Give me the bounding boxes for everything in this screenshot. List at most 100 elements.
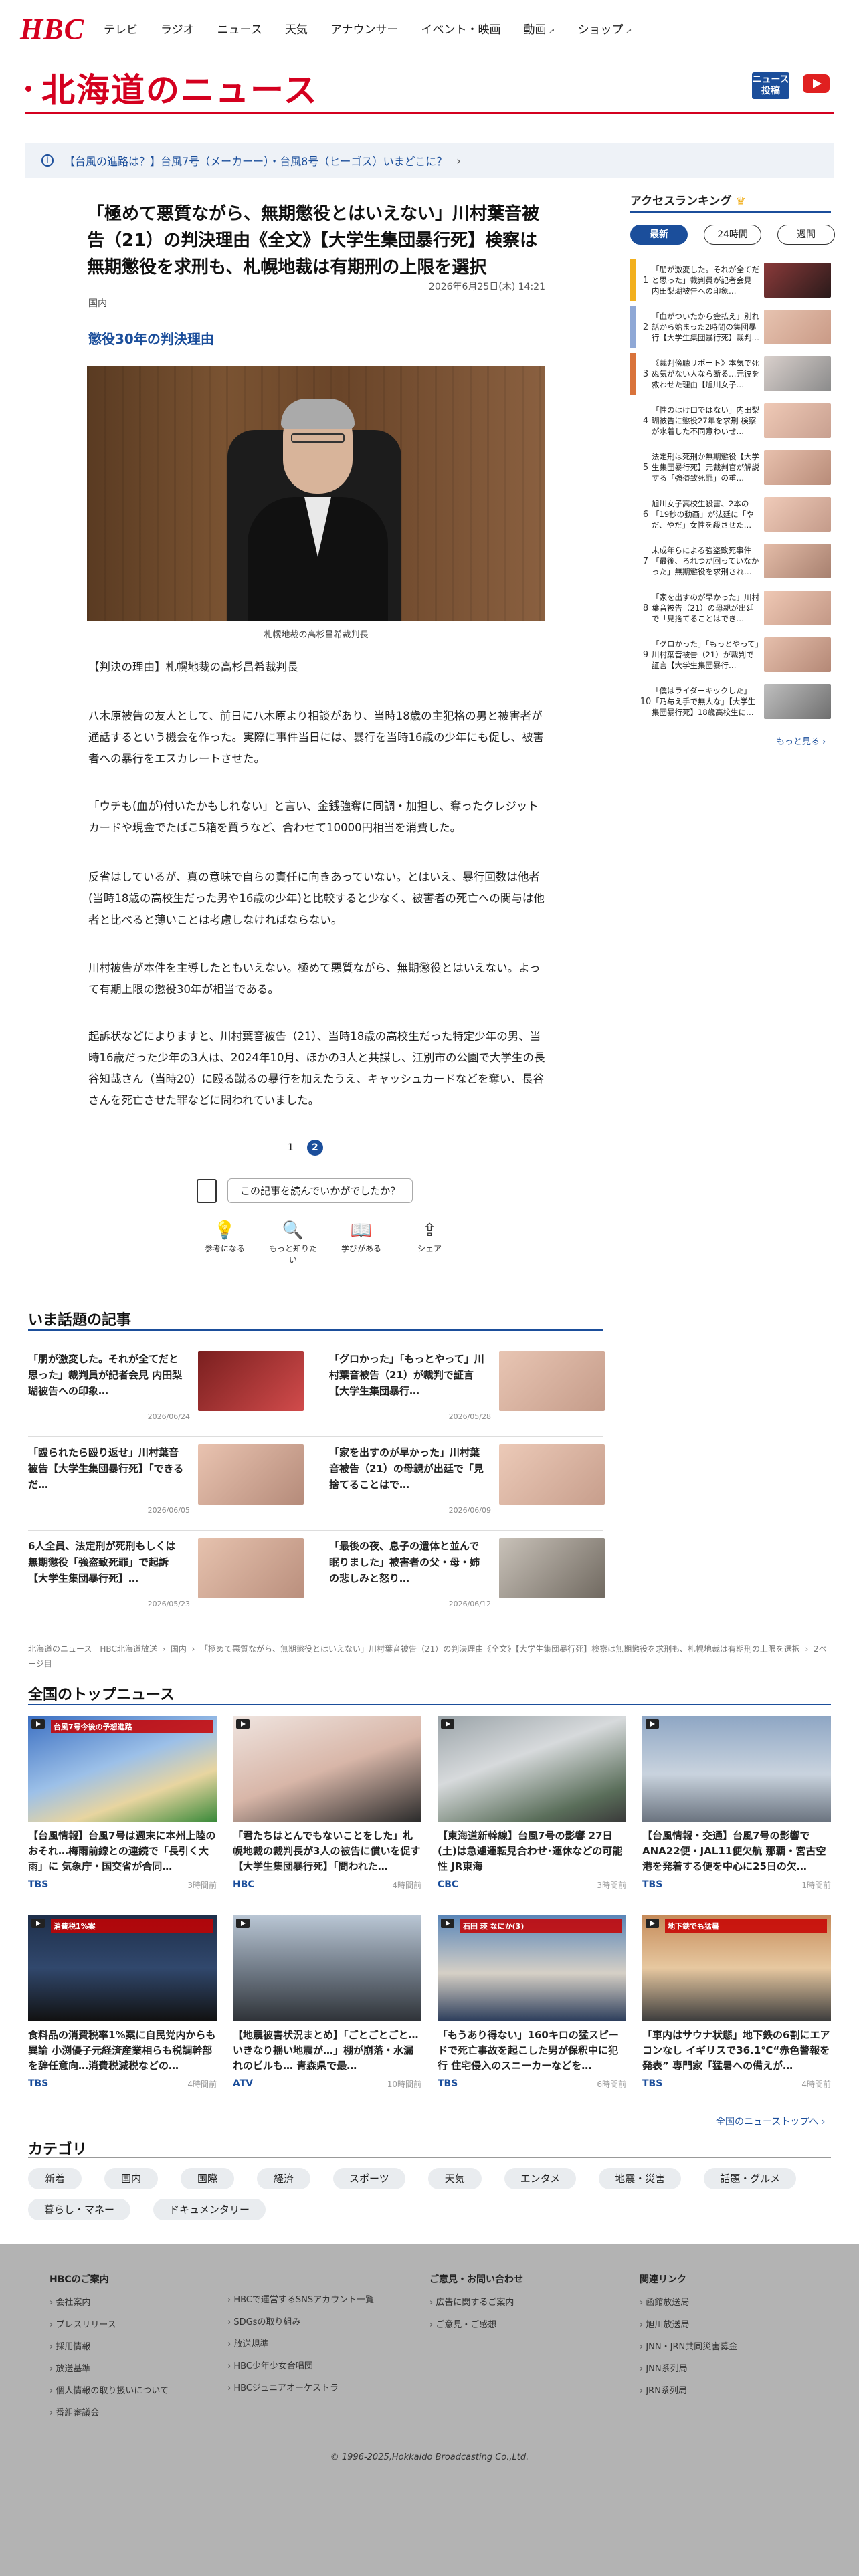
category-chip[interactable]: 地震・災害 <box>599 2168 682 2189</box>
breadcrumb-article[interactable]: 「極めて悪質ながら、無期懲役とはいえない」川村葉音被告（21）の判決理由《全文》… <box>200 1644 800 1654</box>
top-news-item[interactable]: 石田 瑛 なにか(3) 「もうあり得ない」160キロの猛スピードで死亡事故を起こ… <box>438 1915 626 2090</box>
article-paragraph: 起訴状などによりますと、川村葉音被告（21）、当時18歳の高校生だった特定少年の… <box>88 1030 545 1107</box>
footer-link[interactable]: JRN系列局 <box>640 2386 737 2396</box>
reaction-want-more[interactable]: 🔍 もっと知りたい <box>266 1218 320 1265</box>
share-icon: ⇪ <box>422 1220 437 1241</box>
news-image: 地下鉄でも猛暑 <box>642 1915 831 2021</box>
top-news-item[interactable]: 台風7号今後の予想進路 【台風情報】台風7号は週末に本州上陸のおそれ…梅雨前線と… <box>28 1716 217 1891</box>
category-chip[interactable]: ドキュメンタリー <box>153 2199 266 2220</box>
footer-link[interactable]: 放送基準 <box>50 2364 169 2374</box>
footer-link[interactable]: ご意見・ご感想 <box>430 2320 523 2330</box>
rank-text: 「グロかった」「もっとやって」川村葉音被告（21）が裁判で証言【大学生集団暴行… <box>652 639 759 670</box>
page-1[interactable]: 1 <box>288 1142 294 1153</box>
news-caption: 【地震被害状況まとめ】「ごとごとごと…いきなり揺い地震が…」棚が崩落・水漏れのビ… <box>233 2029 419 2072</box>
footer-link[interactable]: 旭川放送局 <box>640 2320 737 2330</box>
trending-item[interactable]: 「家を出すのが早かった」川村葉音被告（21）の母親が出廷で「見捨てることはで… … <box>329 1444 605 1519</box>
tab-latest[interactable]: 最新 <box>630 225 688 245</box>
reaction-helpful[interactable]: 💡 参考になる <box>198 1218 252 1265</box>
footer-link[interactable]: 会社案内 <box>50 2298 169 2308</box>
nav-news[interactable]: ニュース <box>217 20 262 37</box>
breadcrumb-category[interactable]: 国内 <box>171 1644 187 1654</box>
rank-thumbnail <box>764 544 831 578</box>
reaction-learned[interactable]: 📖 学びがある <box>335 1218 388 1265</box>
nav-weather[interactable]: 天気 <box>285 20 308 37</box>
top-news-item[interactable]: 【台風情報・交通】台風7号の影響でANA22便・JAL11便欠航 那覇・宮古空港… <box>642 1716 831 1891</box>
trending-item[interactable]: 「殴られたら殴り返せ」川村葉音被告【大学生集団暴行死】「できるだ… 2026/0… <box>28 1444 304 1519</box>
tab-weekly[interactable]: 週間 <box>777 225 835 245</box>
ranking-item[interactable]: 5 法定刑は死刑か無期懲役【大学生集団暴行死】元裁判官が解説する「強盗致死罪」の… <box>630 447 831 488</box>
rank-number: 8 <box>642 603 649 613</box>
footer-link[interactable]: 番組審議会 <box>50 2408 169 2418</box>
survey-button[interactable]: この記事を読んでいかがでしたか？ <box>227 1178 413 1203</box>
category-chip[interactable]: スポーツ <box>333 2168 405 2189</box>
news-caption: 【東海道新幹線】台風7号の影響 27日(土)は急遽運転見合わせ･運休などの可能性… <box>438 1830 623 1872</box>
nav-tv[interactable]: テレビ <box>104 20 138 37</box>
top-news-item[interactable]: 【東海道新幹線】台風7号の影響 27日(土)は急遽運転見合わせ･運休などの可能性… <box>438 1716 626 1891</box>
tab-24h[interactable]: 24時間 <box>704 225 761 245</box>
ranking-item[interactable]: 8 「家を出すのが早かった」川村葉音被告（21）の母親が出廷で「見捨てることはで… <box>630 587 831 629</box>
category-chip[interactable]: 新着 <box>28 2168 82 2189</box>
nav-announcer[interactable]: アナウンサー <box>330 20 399 37</box>
all-news-link[interactable]: 全国のニューストップへ › <box>716 2115 825 2128</box>
trending-thumbnail <box>499 1538 605 1598</box>
trending-item[interactable]: 「朋が激変した。それが全てだと思った」裁判員が記者会見 内田梨瑚被告への印象… … <box>28 1351 304 1426</box>
categories-divider <box>28 2157 831 2158</box>
trending-item[interactable]: 「最後の夜、息子の遺体と並んで眠りました」被害者の父・母・姉の悲しみと怒り… 2… <box>329 1538 605 1613</box>
share-button[interactable]: ⇪ シェア <box>403 1218 456 1265</box>
footer-link[interactable]: HBCジュニアオーケストラ <box>227 2383 374 2393</box>
top-news-item[interactable]: 「君たちはとんでもないことをした」札幌地裁の裁判長が3人の被告に償いを促す【大学… <box>233 1716 421 1891</box>
typhoon-alert-banner[interactable]: i 【台風の進路は？】台風7号（メーカーー）・台風8号（ヒーゴス）いまどこに？ … <box>25 143 834 178</box>
footer-link[interactable]: 放送規準 <box>227 2339 374 2349</box>
category-chip[interactable]: 国際 <box>181 2168 234 2189</box>
alert-text: 【台風の進路は？】台風7号（メーカーー）・台風8号（ヒーゴス）いまどこに？ <box>64 155 448 168</box>
footer-link[interactable]: 函館放送局 <box>640 2298 737 2308</box>
video-icon <box>236 1919 250 1928</box>
news-caption: 食料品の消費税率1%案に自民党内からも異論 小渕優子元経済産業相らも税調幹部を辞… <box>28 2029 216 2072</box>
top-news-item[interactable]: 消費税1%案 食料品の消費税率1%案に自民党内からも異論 小渕優子元経済産業相ら… <box>28 1915 217 2090</box>
footer-link[interactable]: JNN系列局 <box>640 2364 737 2374</box>
footer-link[interactable]: プレスリリース <box>50 2320 169 2330</box>
footer-link[interactable]: 個人情報の取り扱いについて <box>50 2386 169 2396</box>
category-chip[interactable]: 話題・グルメ <box>704 2168 797 2189</box>
trending-item[interactable]: 「グロかった」「もっとやって」川村葉音被告（21）が裁判で証言【大学生集団暴行…… <box>329 1351 605 1426</box>
ranking-item[interactable]: 7 未成年らによる強盗致死事件「最後、ろれつが回っていなかった」無期懲役を求刑さ… <box>630 540 831 582</box>
trending-date: 2026/06/24 <box>147 1412 190 1421</box>
breadcrumb-home[interactable]: 北海道のニュース｜HBC北海道放送 <box>28 1644 157 1654</box>
category-chip[interactable]: エンタメ <box>504 2168 577 2189</box>
trending-title: いま話題の記事 <box>28 1312 132 1329</box>
ranking-item[interactable]: 9 「グロかった」「もっとやって」川村葉音被告（21）が裁判で証言【大学生集団暴… <box>630 634 831 675</box>
top-news-item[interactable]: 【地震被害状況まとめ】「ごとごとごと…いきなり揺い地震が…」棚が崩落・水漏れのビ… <box>233 1915 421 2090</box>
footer-link[interactable]: JNN・JRN共同災害募金 <box>640 2342 737 2352</box>
ranking-item[interactable]: 10 「僕はライダーキックした」「乃与え手で無人な」【大学生集団暴行死】18歳高… <box>630 681 831 722</box>
nav-radio[interactable]: ラジオ <box>161 20 195 37</box>
rank-color-bar <box>630 306 636 348</box>
ranking-item[interactable]: 4 「性のはけ口ではない」内田梨瑚被告に懲役27年を求刑 検察が水着した不同意わ… <box>630 400 831 441</box>
nav-shop[interactable]: ショップ ↗ <box>578 20 632 37</box>
ranking-item[interactable]: 3 《裁判傍聴リポート》本気で死ぬ気がない人なら断る…元彼を救わせた理由【旭川女… <box>630 353 831 395</box>
article-paragraph: 「ウチも(血が)付いたかもしれない」と言い、金銭強奪に同調・加担し、奪ったクレジ… <box>88 800 539 834</box>
youtube-icon[interactable] <box>803 74 830 93</box>
page-2-current[interactable]: 2 <box>306 1140 323 1156</box>
header-divider <box>25 112 834 114</box>
nav-video[interactable]: 動画 ↗ <box>524 20 555 37</box>
category-chip[interactable]: 暮らし・マネー <box>28 2199 131 2220</box>
top-news-item[interactable]: 地下鉄でも猛暑 「車内はサウナ状態」地下鉄の6割にエアコンなし イギリスで36.… <box>642 1915 831 2090</box>
article-category[interactable]: 国内 <box>88 296 107 310</box>
footer-link[interactable]: HBC少年少女合唱団 <box>227 2361 374 2371</box>
footer-link[interactable]: 広告に関するご案内 <box>430 2298 523 2308</box>
news-post-button[interactable]: ニュース 投稿 <box>752 72 789 99</box>
ranking-more-link[interactable]: もっと見る › <box>776 734 826 747</box>
footer-link[interactable]: HBCで運営するSNSアカウント一覧 <box>227 2295 374 2305</box>
trending-item[interactable]: 6人全員、法定刑が死刑もしくは無期懲役「強盗致死罪」で起訴【大学生集団暴行死】…… <box>28 1538 304 1613</box>
footer-link[interactable]: SDGsの取り組み <box>227 2317 374 2327</box>
category-chip[interactable]: 天気 <box>427 2168 482 2189</box>
category-chip[interactable]: 国内 <box>104 2168 158 2189</box>
footer-link[interactable]: 採用情報 <box>50 2342 169 2352</box>
ranking-item[interactable]: 6 旭川女子高校生殺害、2本の「19秒の動画」が法廷に「やだ、やだ」女性を殺させ… <box>630 494 831 535</box>
category-chip[interactable]: 経済 <box>257 2168 310 2189</box>
hbc-logo[interactable]: HBC <box>20 12 84 46</box>
ranking-item[interactable]: 1 「朋が激変した。それが全てだと思った」裁判員が記者会見 内田梨瑚被告への印象… <box>630 259 831 301</box>
nav-event[interactable]: イベント・映画 <box>421 20 501 37</box>
ranking-item[interactable]: 2 「血がついたから金払え」別れ話から始まった2時間の集団暴行【大学生集団暴行死… <box>630 306 831 348</box>
news-time: 4時間前 <box>187 2080 217 2089</box>
